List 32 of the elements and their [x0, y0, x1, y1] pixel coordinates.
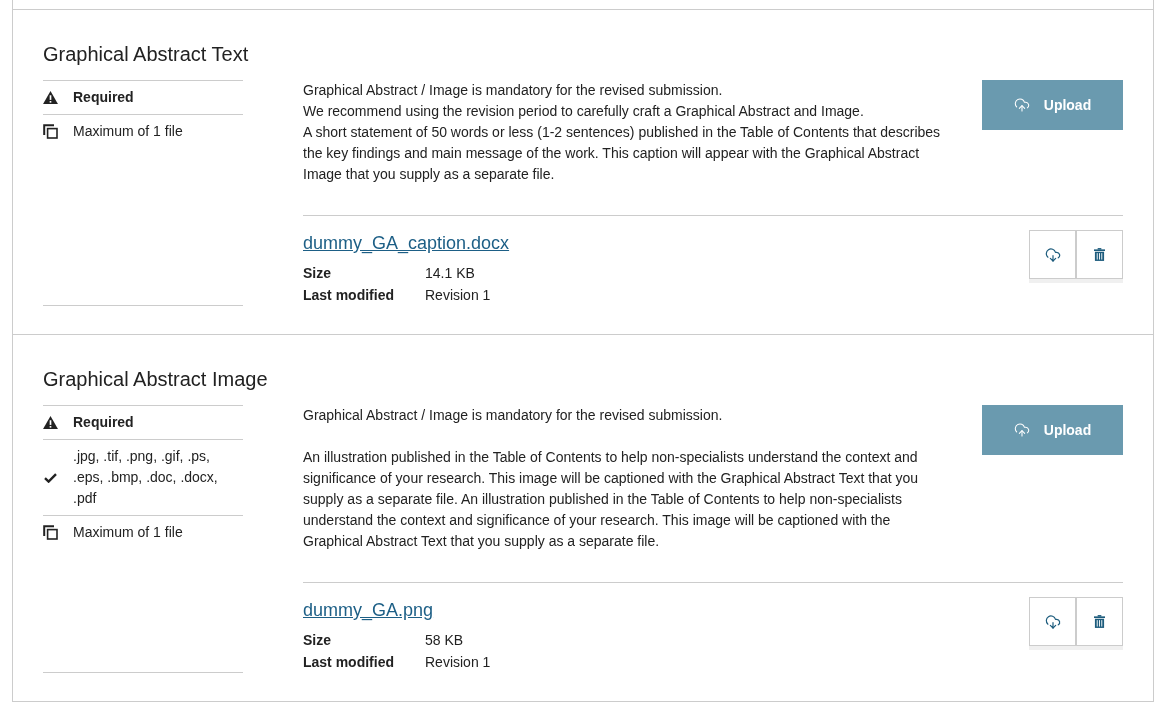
section-title: Graphical Abstract Text [43, 42, 249, 67]
requirement-text: Required [73, 88, 134, 107]
requirement-text: Maximum of 1 file [73, 122, 183, 141]
detail-value: 14.1 KB [425, 264, 475, 283]
warning-icon [43, 91, 58, 104]
detail-label: Last modified [303, 653, 395, 672]
cloud-download-icon [1044, 613, 1061, 630]
warning-icon [43, 416, 58, 429]
section-title: Graphical Abstract Image [43, 367, 268, 392]
requirement-text: .jpg, .tif, .png, .gif, .ps, .eps, .bmp, .doc, .docx, .pdf [73, 447, 219, 508]
detail-value: Revision 1 [425, 653, 491, 672]
detail-label: Last modified [303, 286, 395, 305]
detail-value: 58 KB [425, 631, 464, 650]
description-text: Graphical Abstract / Image is mandatory for the revised submission. We recommend using the revision period to carefully craft a Graphical Abstract and Image. A short statement of 50 words or less (1-2 sentences) published in the Table of Contents that describes the key findings and main message of the work. This caption will appear with the Graphical Abstract Image that you supply as a separate file. [303, 81, 942, 184]
file-name-link[interactable]: dummy_GA.png [303, 598, 434, 622]
copy-icon [43, 124, 58, 139]
detail-value: Revision 1 [425, 286, 491, 305]
delete-button[interactable] [1076, 597, 1123, 646]
file-name-link[interactable]: dummy_GA_caption.docx [303, 231, 510, 255]
trash-icon [1094, 615, 1105, 628]
cloud-download-icon [1044, 246, 1061, 263]
trash-icon [1094, 248, 1105, 261]
cloud-upload-icon [1013, 97, 1030, 113]
requirement-text: Maximum of 1 file [73, 523, 183, 542]
description-text: Graphical Abstract / Image is mandatory for the revised submission. An illustration published in the Table of Contents to help non-specialists understand the context and significance of your research. This image will be captioned with the Graphical Abstract Text that you supply as a separate file. An illustration published in the Table of Contents to help non-specialists understand the context and significance of your research. This image will be captioned with the Graphical Abstract Text that you supply as a separate file. [303, 406, 920, 551]
checkmark-icon [44, 472, 57, 483]
detail-label: Size [303, 631, 332, 650]
copy-icon [43, 525, 58, 540]
detail-label: Size [303, 264, 332, 283]
requirement-text: Required [73, 413, 134, 432]
delete-button[interactable] [1076, 230, 1123, 279]
cloud-upload-icon [1013, 422, 1030, 438]
